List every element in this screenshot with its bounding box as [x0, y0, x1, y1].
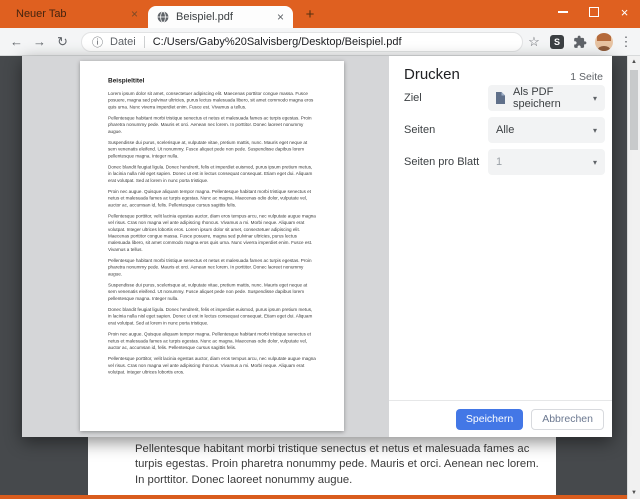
pdf-viewer-background: Pellentesque habitant morbi tristique se…	[0, 56, 640, 499]
tab-strip: Neuer Tab × Beispiel.pdf × + ×	[0, 0, 640, 28]
document-body: Lorem ipsum dolor sit amet, consectetuer…	[108, 90, 316, 375]
destination-label: Ziel	[404, 92, 422, 104]
pages-per-sheet-dropdown[interactable]: 1 ▾	[488, 149, 605, 175]
tab-title: Neuer Tab	[16, 8, 67, 20]
print-dialog: Beispieltitel Lorem ipsum dolor sit amet…	[22, 56, 612, 437]
window-controls: ×	[547, 0, 640, 28]
back-button[interactable]: ←	[5, 34, 28, 49]
avatar-hair	[597, 32, 611, 41]
tab-beispiel-pdf[interactable]: Beispiel.pdf ×	[148, 6, 293, 28]
destination-value: Als PDF speichern	[513, 86, 561, 110]
scroll-up-icon[interactable]: ▲	[628, 56, 640, 68]
maximize-button[interactable]	[578, 0, 609, 24]
cancel-button[interactable]: Abbrechen	[531, 408, 604, 430]
avatar-body	[598, 45, 610, 51]
pdf-document-icon	[496, 92, 505, 104]
window-bottom-edge	[0, 495, 627, 499]
close-window-button[interactable]: ×	[609, 0, 640, 24]
destination-row: Ziel Als PDF speichern ▾	[404, 85, 605, 111]
close-icon: ×	[620, 4, 629, 20]
preview-paragraph: Suspendisse dui purus, scelerisque at, v…	[108, 282, 308, 301]
scrollbar-thumb[interactable]	[630, 70, 638, 150]
minimize-button[interactable]	[547, 0, 578, 24]
preview-paragraph: Proin nec augue. Quisque aliquam tempor …	[108, 331, 312, 350]
url-scheme-label: Datei	[110, 35, 136, 48]
address-bar[interactable]: ⓘ Datei C:/Users/Gaby%20Salvisberg/Deskt…	[81, 31, 523, 52]
maximize-icon	[588, 7, 599, 17]
print-settings-panel: Drucken 1 Seite Ziel Als PDF speichern ▾	[389, 56, 612, 437]
preview-paragraph: Pellentesque porttitor, velit lacinia eg…	[108, 356, 316, 375]
print-preview-pane: Beispieltitel Lorem ipsum dolor sit amet…	[22, 56, 389, 437]
print-preview-page: Beispieltitel Lorem ipsum dolor sit amet…	[80, 61, 344, 431]
pages-row: Seiten Alle ▾	[404, 117, 605, 143]
tab-neuer-tab[interactable]: Neuer Tab ×	[8, 0, 146, 28]
chevron-down-icon: ▾	[592, 157, 597, 167]
minimize-icon	[557, 11, 568, 13]
document-title: Beispieltitel	[108, 76, 145, 85]
dialog-footer: Speichern Abbrechen	[389, 400, 612, 437]
forward-button[interactable]: →	[28, 34, 51, 49]
pdf-scrollbar[interactable]: ▲ ▼	[627, 56, 640, 499]
preview-paragraph: Pellentesque habitant morbi tristique se…	[108, 258, 312, 277]
browser-toolbar: ← → ↻ ⓘ Datei C:/Users/Gaby%20Salvisberg…	[0, 28, 640, 56]
page-info-icon[interactable]: ⓘ	[92, 34, 103, 50]
pdf-page-behind-dialog: Pellentesque habitant morbi tristique se…	[88, 437, 556, 499]
dialog-title: Drucken	[404, 66, 460, 83]
preview-paragraph: Proin nec augue. Quisque aliquam tempor …	[108, 188, 312, 208]
pages-per-sheet-row: Seiten pro Blatt 1 ▾	[404, 149, 605, 175]
pages-label: Seiten	[404, 124, 436, 136]
pages-value: Alle	[496, 124, 515, 136]
chevron-down-icon: ▾	[592, 93, 597, 103]
extensions-puzzle-icon[interactable]	[569, 35, 591, 49]
preview-document: Beispieltitel Lorem ipsum dolor sit amet…	[80, 61, 344, 431]
preview-paragraph: Lorem ipsum dolor sit amet, consectetuer…	[108, 90, 314, 110]
chevron-down-icon: ▾	[592, 125, 597, 135]
pdf-page-text: Pellentesque habitant morbi tristique se…	[88, 437, 556, 499]
pages-dropdown[interactable]: Alle ▾	[488, 117, 605, 143]
save-button[interactable]: Speichern	[455, 408, 524, 430]
bookmark-star-icon[interactable]: ☆	[523, 34, 545, 50]
pdf-paragraph: Pellentesque habitant morbi tristique se…	[135, 443, 539, 486]
destination-dropdown[interactable]: Als PDF speichern ▾	[488, 85, 605, 111]
preview-paragraph: Suspendisse dui purus, scelerisque at, v…	[108, 139, 308, 159]
tab-title: Beispiel.pdf	[176, 11, 233, 23]
pdf-globe-favicon-icon	[157, 11, 169, 23]
pages-per-sheet-value: 1	[496, 156, 503, 168]
browser-menu-button[interactable]: ⋮	[617, 34, 635, 50]
extension-s-icon[interactable]: S	[550, 34, 564, 49]
url-text: C:/Users/Gaby%20Salvisberg/Desktop/Beisp…	[152, 35, 402, 48]
url-separator	[143, 35, 145, 48]
preview-paragraph: Pellentesque habitant morbi tristique se…	[108, 115, 312, 134]
preview-paragraph: Pellentesque porttitor, velit lacinia eg…	[108, 213, 316, 252]
pages-per-sheet-label: Seiten pro Blatt	[404, 156, 480, 168]
toolbar-actions: ☆ S ⋮	[523, 32, 640, 51]
browser-window: Neuer Tab × Beispiel.pdf × + × ← → ↻ ⓘ D…	[0, 0, 640, 499]
tab-close-icon[interactable]: ×	[131, 8, 138, 20]
new-tab-button[interactable]: +	[301, 5, 319, 23]
preview-paragraph: Donec blandit feugiat ligula. Donec hend…	[108, 164, 313, 183]
profile-avatar[interactable]	[595, 32, 613, 51]
page-count-label: 1 Seite	[570, 71, 603, 83]
reload-button[interactable]: ↻	[51, 34, 74, 50]
preview-paragraph: Donec blandit feugiat ligula. Donec hend…	[108, 307, 313, 326]
tab-close-icon[interactable]: ×	[277, 11, 284, 23]
scroll-down-icon[interactable]: ▼	[628, 487, 640, 499]
